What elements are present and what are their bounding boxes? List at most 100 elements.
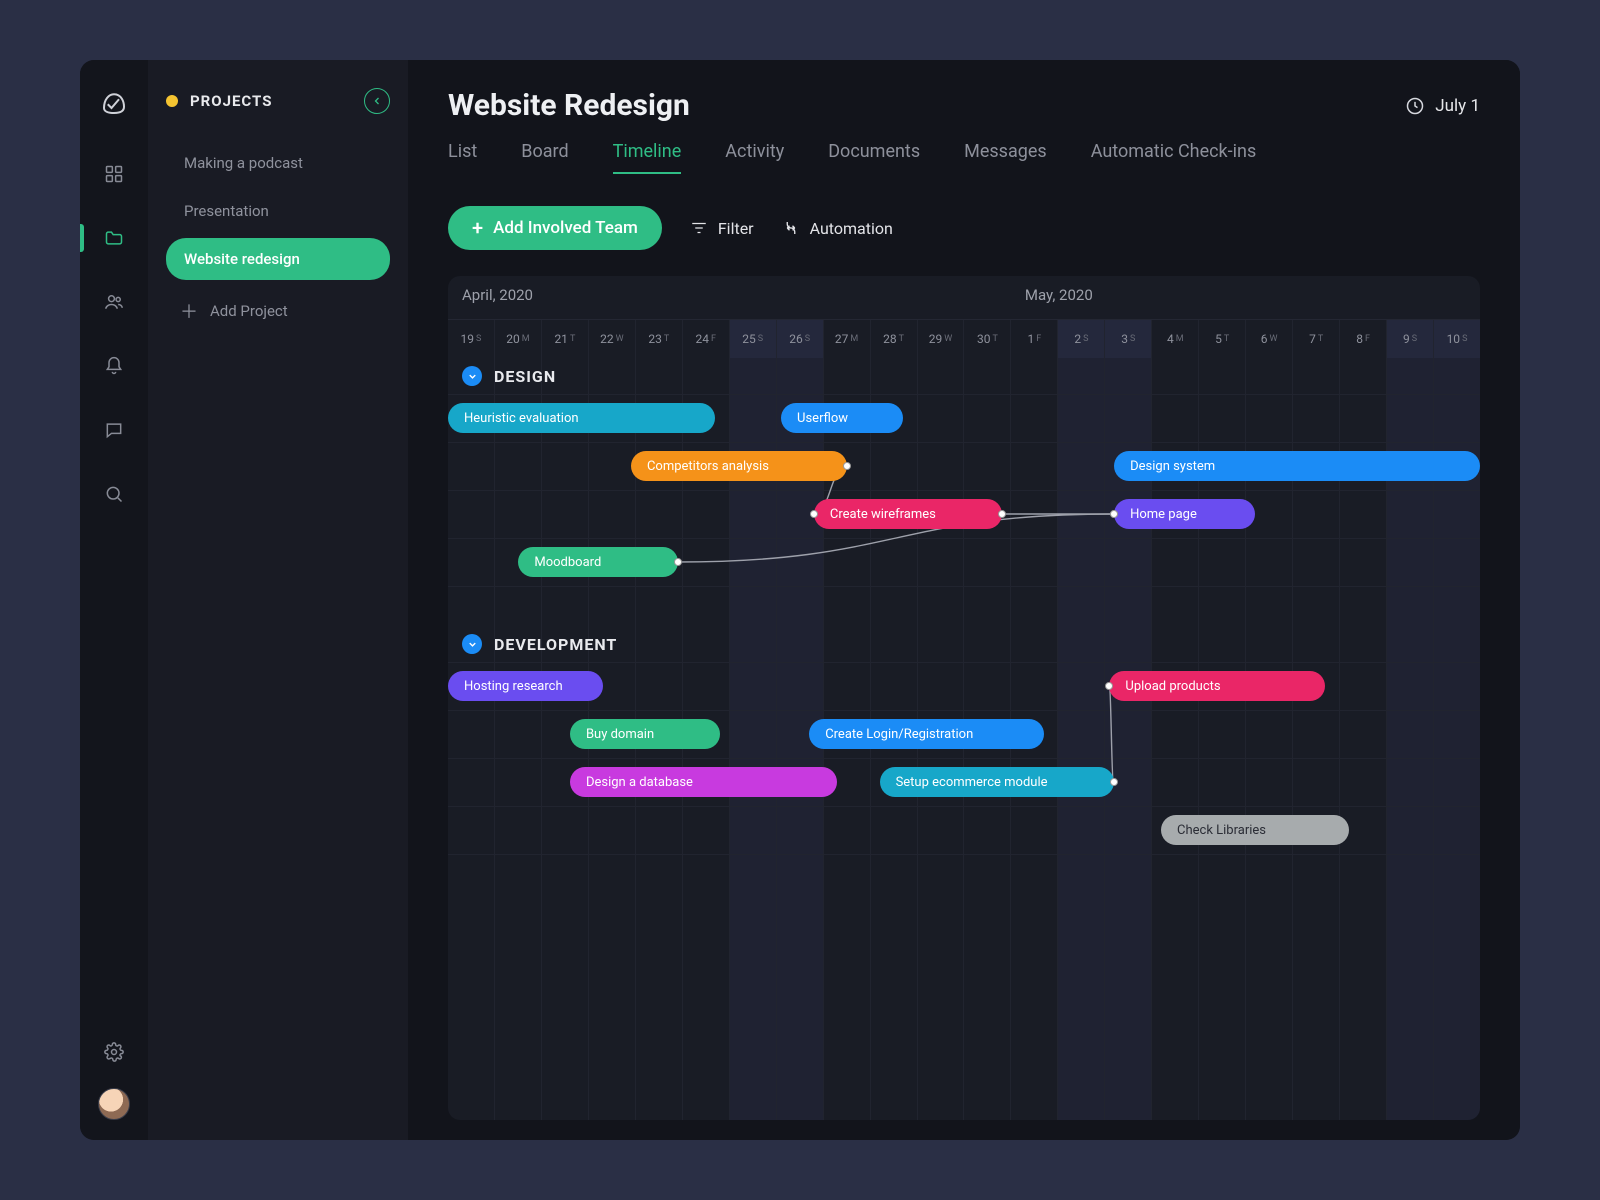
page-title: Website Redesign	[448, 88, 1405, 123]
nav-rail	[80, 60, 148, 1140]
connector-dot	[1110, 778, 1118, 786]
filter-label: Filter	[718, 219, 754, 238]
view-tabs: List Board Timeline Activity Documents Messag…	[448, 141, 1480, 174]
timeline-view: April, 2020May, 2020 19S20M21T22W23T24F2…	[448, 276, 1480, 1120]
day-header-cell[interactable]: 9S	[1386, 320, 1433, 358]
rail-messages[interactable]	[80, 408, 148, 452]
tab[interactable]: Automatic Check-ins	[1091, 141, 1257, 174]
connector-dot	[843, 462, 851, 470]
automation-icon	[782, 219, 800, 237]
month-label: April, 2020	[448, 286, 533, 304]
rail-search[interactable]	[80, 472, 148, 516]
app-window: PROJECTS Making a podcast Presentation Web…	[80, 60, 1520, 1140]
filter-button[interactable]: Filter	[690, 219, 754, 238]
timeline-bar[interactable]: Create Login/Registration	[809, 719, 1044, 749]
day-header-cell[interactable]: 6W	[1245, 320, 1292, 358]
day-header-cell[interactable]: 28T	[870, 320, 917, 358]
tab[interactable]: Board	[521, 141, 568, 174]
day-header-cell[interactable]: 24F	[682, 320, 729, 358]
sidebar-section-title: PROJECTS	[190, 92, 352, 110]
group-title: DEVELOPMENT	[494, 635, 617, 654]
timeline-bar[interactable]: Home page	[1114, 499, 1255, 529]
filter-icon	[690, 219, 708, 237]
day-header-cell[interactable]: 5T	[1198, 320, 1245, 358]
day-header-cell[interactable]: 27M	[823, 320, 870, 358]
connector-dot	[998, 510, 1006, 518]
people-icon	[104, 292, 124, 312]
add-project-button[interactable]: ＋ Add Project	[166, 286, 390, 336]
project-list: Making a podcast Presentation Website rede…	[166, 142, 390, 280]
timeline-tracks[interactable]: DESIGN Heuristic evaluation Userflow Compet…	[448, 358, 1480, 1120]
connector-dot	[674, 558, 682, 566]
day-header-cell[interactable]: 20M	[494, 320, 541, 358]
group-title: DESIGN	[494, 367, 556, 386]
rail-notifications[interactable]	[80, 344, 148, 388]
timeline-bar[interactable]: Moodboard	[518, 547, 677, 577]
day-header-cell[interactable]: 10S	[1433, 320, 1480, 358]
timeline-bar[interactable]: Buy domain	[570, 719, 720, 749]
search-icon	[104, 484, 124, 504]
sidebar-item[interactable]: Making a podcast	[166, 142, 390, 184]
timeline-bar[interactable]: Setup ecommerce module	[880, 767, 1115, 797]
timeline-bar[interactable]: Userflow	[781, 403, 903, 433]
add-team-button[interactable]: + Add Involved Team	[448, 206, 662, 250]
timeline-bar[interactable]: Design system	[1114, 451, 1480, 481]
add-project-label: Add Project	[210, 302, 288, 320]
group-header[interactable]: DESIGN	[462, 366, 556, 386]
sidebar-item[interactable]: Website redesign	[166, 238, 390, 280]
day-header-cell[interactable]: 4M	[1151, 320, 1198, 358]
automation-label: Automation	[810, 219, 893, 238]
timeline-bar[interactable]: Upload products	[1109, 671, 1325, 701]
tab[interactable]: List	[448, 141, 477, 174]
date-label: July 1	[1435, 96, 1480, 116]
tab[interactable]: Activity	[725, 141, 784, 174]
user-avatar[interactable]	[98, 1088, 130, 1120]
day-header-row: 19S20M21T22W23T24F25S26S27M28T29W30T1F2S…	[448, 320, 1480, 358]
rail-dashboard[interactable]	[80, 152, 148, 196]
chevron-left-icon	[371, 95, 383, 107]
automation-button[interactable]: Automation	[782, 219, 893, 238]
collapse-sidebar-button[interactable]	[364, 88, 390, 114]
rail-settings[interactable]	[80, 1030, 148, 1074]
timeline-bar[interactable]: Hosting research	[448, 671, 603, 701]
day-header-cell[interactable]: 7T	[1292, 320, 1339, 358]
grid-icon	[104, 164, 124, 184]
day-header-cell[interactable]: 1F	[1010, 320, 1057, 358]
status-dot-icon	[166, 95, 178, 107]
timeline-bar[interactable]: Create wireframes	[814, 499, 1002, 529]
plus-icon: ＋	[180, 298, 198, 324]
timeline-bar[interactable]: Heuristic evaluation	[448, 403, 715, 433]
timeline-bar[interactable]: Competitors analysis	[631, 451, 847, 481]
day-header-cell[interactable]: 3S	[1104, 320, 1151, 358]
app-logo	[99, 88, 129, 122]
clock-icon	[1405, 96, 1425, 116]
group-header[interactable]: DEVELOPMENT	[462, 634, 617, 654]
day-header-cell[interactable]: 23T	[635, 320, 682, 358]
day-header-cell[interactable]: 2S	[1057, 320, 1104, 358]
month-label: May, 2020	[1011, 286, 1093, 304]
rail-people[interactable]	[80, 280, 148, 324]
day-header-cell[interactable]: 25S	[729, 320, 776, 358]
add-team-label: Add Involved Team	[493, 218, 638, 238]
day-header-cell[interactable]: 26S	[776, 320, 823, 358]
timeline-bar[interactable]: Design a database	[570, 767, 837, 797]
rail-projects[interactable]	[80, 216, 148, 260]
tab[interactable]: Timeline	[613, 141, 682, 174]
current-date[interactable]: July 1	[1405, 96, 1480, 116]
day-header-cell[interactable]: 8F	[1339, 320, 1386, 358]
month-header-row: April, 2020 May, 2020	[448, 276, 1480, 320]
day-header-cell[interactable]: 30T	[963, 320, 1010, 358]
bell-icon	[104, 356, 124, 376]
day-header-cell[interactable]: 22W	[588, 320, 635, 358]
sidebar-item[interactable]: Presentation	[166, 190, 390, 232]
plus-icon: +	[472, 218, 483, 238]
day-header-cell[interactable]: 19S	[448, 320, 494, 358]
timeline-bar[interactable]: Check Libraries	[1161, 815, 1349, 845]
day-header-cell[interactable]: 21T	[541, 320, 588, 358]
tab[interactable]: Documents	[828, 141, 920, 174]
chevron-down-icon	[462, 634, 482, 654]
tab[interactable]: Messages	[964, 141, 1047, 174]
day-header-cell[interactable]: 29W	[917, 320, 964, 358]
chevron-down-icon	[462, 366, 482, 386]
folder-icon	[104, 228, 124, 248]
